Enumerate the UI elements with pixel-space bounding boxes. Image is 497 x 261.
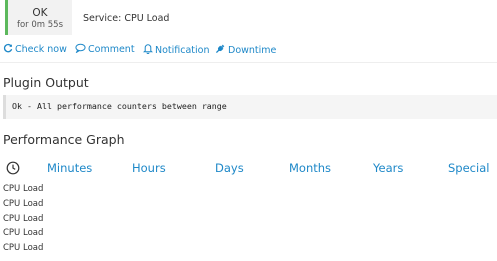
range-tab-days[interactable]: Days [215, 161, 244, 175]
comment-label: Comment [88, 44, 135, 55]
graph-item: CPU Load [3, 214, 44, 224]
status-header: OK for 0m 55s Service: CPU Load [0, 0, 497, 38]
bell-icon [142, 43, 154, 57]
graph-item: CPU Load [3, 228, 44, 238]
plugin-output-box: Ok - All performance counters between ra… [3, 95, 497, 119]
divider [0, 62, 497, 63]
graph-item: CPU Load [3, 243, 44, 253]
check-now-label: Check now [15, 44, 67, 55]
check-now-link[interactable]: Check now [3, 43, 67, 56]
range-tab-minutes[interactable]: Minutes [47, 161, 92, 175]
downtime-link[interactable]: Downtime [215, 43, 276, 57]
plugin-output-heading: Plugin Output [3, 75, 89, 90]
performance-graph-heading: Performance Graph [3, 132, 125, 147]
graph-item: CPU Load [3, 184, 44, 194]
refresh-icon [3, 43, 13, 56]
downtime-label: Downtime [228, 45, 277, 56]
status-state: OK [32, 7, 48, 19]
notification-label: Notification [155, 45, 210, 56]
range-tab-special[interactable]: Special [448, 161, 489, 175]
plugin-output-text: Ok - All performance counters between ra… [12, 101, 227, 111]
comment-link[interactable]: Comment [75, 43, 135, 56]
range-tab-months[interactable]: Months [289, 161, 331, 175]
range-tab-hours[interactable]: Hours [132, 161, 166, 175]
graph-item: CPU Load [3, 199, 44, 209]
status-badge: OK for 0m 55s [8, 0, 72, 35]
plug-icon [215, 43, 226, 57]
status-duration: for 0m 55s [16, 20, 64, 30]
service-title: Service: CPU Load [83, 13, 170, 24]
range-tab-years[interactable]: Years [373, 161, 403, 175]
clock-icon [6, 160, 20, 179]
notification-link[interactable]: Notification [142, 43, 210, 57]
comment-icon [75, 43, 86, 56]
